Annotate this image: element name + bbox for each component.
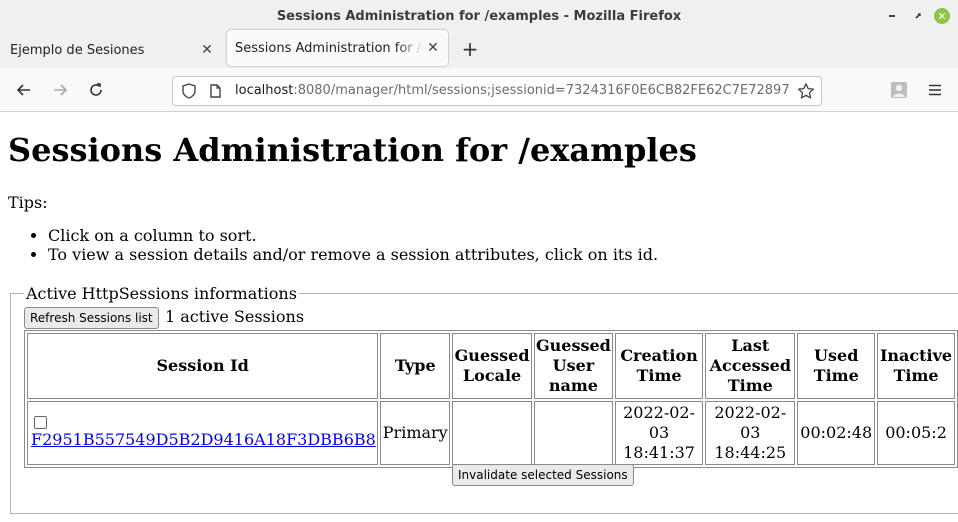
tab-close-icon[interactable]: ✕ [198, 42, 216, 58]
session-id-link[interactable]: F2951B557549D5B2D9416A18F3DBB6B8 [29, 430, 376, 449]
new-tab-icon[interactable]: + [458, 38, 482, 62]
tab-label: Sessions Administration for /examples [235, 40, 424, 56]
back-arrow-icon[interactable] [12, 78, 36, 102]
bookmark-star-icon[interactable] [797, 82, 815, 104]
tip-item: To view a session details and/or remove … [48, 245, 658, 264]
tip-item: Click on a column to sort. [48, 226, 658, 245]
creation-time-cell: 2022-02-03 18:41:37 [614, 401, 704, 465]
session-type-cell: Primary [380, 401, 451, 465]
reload-icon[interactable] [84, 78, 108, 102]
tab-label: Ejemplo de Sesiones [10, 42, 145, 58]
close-window-icon[interactable]: ✕ [934, 8, 950, 24]
sessions-table: Session Id Type Guessed Locale Guessed Use… [24, 330, 958, 468]
guessed-user-cell [533, 401, 613, 465]
tab-ejemplo-de-sesiones[interactable]: Ejemplo de Sesiones ✕ [0, 32, 222, 68]
navigation-toolbar: localhost:8080/manager/html/sessions;jse… [0, 68, 958, 112]
tips-label: Tips: [8, 193, 48, 212]
account-avatar-icon[interactable] [887, 78, 911, 102]
fieldset-legend: Active HttpSessions informations [26, 284, 297, 303]
url-host: localhost [235, 83, 294, 98]
invalidate-sessions-button[interactable]: Invalidate selected Sessions [452, 464, 634, 486]
session-select-checkbox[interactable] [34, 416, 47, 429]
table-header-row: Session Id Type Guessed Locale Guessed Use… [27, 333, 955, 399]
tab-strip: Ejemplo de Sesiones ✕ Sessions Administr… [0, 30, 958, 68]
inactive-time-cell: 00:05:2 [877, 401, 955, 465]
window-title: Sessions Administration for /examples - … [276, 8, 682, 24]
guessed-locale-cell [452, 401, 532, 465]
url-path: :8080/manager/html/sessions;jsessionid=7… [293, 83, 790, 98]
url-text: localhost:8080/manager/html/sessions;jse… [235, 83, 790, 98]
column-guessed-user[interactable]: Guessed User name [533, 333, 613, 399]
forward-arrow-icon[interactable] [48, 78, 72, 102]
window-titlebar: Sessions Administration for /examples - … [0, 0, 958, 32]
tab-sessions-administration[interactable]: Sessions Administration for /examples ✕ [227, 30, 448, 66]
table-row: F2951B557549D5B2D9416A18F3DBB6B8 Primary… [27, 401, 955, 465]
minimize-icon[interactable] [882, 6, 902, 26]
last-accessed-time-cell: 2022-02-03 18:44:25 [705, 401, 796, 465]
page-info-icon[interactable] [207, 83, 223, 103]
page-content: Sessions Administration for /examples Ti… [0, 113, 958, 522]
session-id-cell: F2951B557549D5B2D9416A18F3DBB6B8 [27, 401, 379, 465]
column-creation-time[interactable]: Creation Time [614, 333, 704, 399]
column-inactive-time[interactable]: Inactive Time [877, 333, 955, 399]
page-title: Sessions Administration for /examples [8, 131, 697, 169]
hamburger-menu-icon[interactable] [923, 78, 947, 102]
refresh-sessions-button[interactable]: Refresh Sessions list [24, 307, 159, 329]
tab-close-icon[interactable]: ✕ [424, 40, 442, 56]
column-guessed-locale[interactable]: Guessed Locale [452, 333, 532, 399]
maximize-icon[interactable] [908, 6, 928, 26]
column-session-id[interactable]: Session Id [27, 333, 379, 399]
column-last-accessed-time[interactable]: Last Accessed Time [705, 333, 796, 399]
column-type[interactable]: Type [380, 333, 451, 399]
url-bar[interactable]: localhost:8080/manager/html/sessions;jse… [172, 76, 822, 106]
shield-icon[interactable] [181, 83, 197, 103]
column-used-time[interactable]: Used Time [797, 333, 876, 399]
window-controls: ✕ [882, 6, 950, 26]
tips-list: Click on a column to sort. To view a ses… [24, 226, 658, 264]
active-sessions-count: 1 active Sessions [165, 307, 305, 326]
used-time-cell: 00:02:48 [797, 401, 876, 465]
